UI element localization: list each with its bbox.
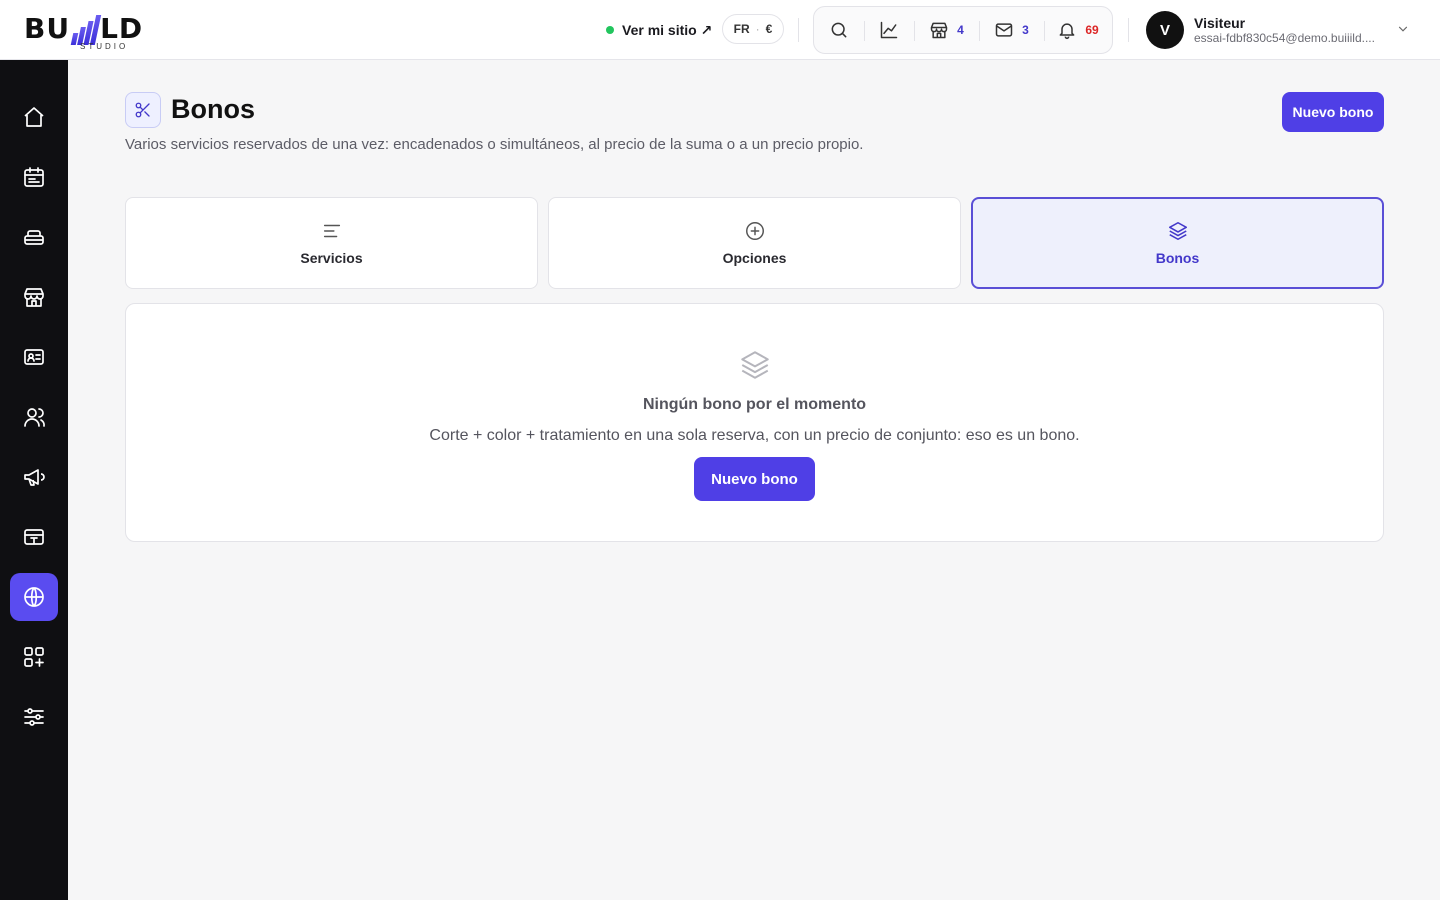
spa-bed-icon (24, 230, 44, 245)
logo-bars-icon (70, 15, 102, 45)
shop-button[interactable]: 4 (914, 7, 979, 53)
sidebar-item-shop[interactable] (10, 273, 58, 321)
new-bundle-empty-button[interactable]: Nuevo bono (694, 457, 815, 501)
stats-button[interactable] (864, 7, 914, 53)
view-site-link[interactable]: Ver mi sitio ↗ (606, 19, 712, 41)
calendar-icon (24, 167, 44, 187)
sidebar-item-calendar[interactable] (10, 153, 58, 201)
avatar: V (1146, 11, 1184, 49)
search-button[interactable] (814, 7, 864, 53)
home-icon (24, 107, 44, 127)
messages-button[interactable]: 3 (979, 7, 1044, 53)
sidebar-item-settings[interactable] (10, 693, 58, 741)
globe-icon (24, 587, 44, 607)
sidebar (0, 60, 68, 900)
page-title: Bonos (171, 94, 255, 124)
tab-label: Servicios (300, 250, 363, 266)
card-icon (24, 529, 44, 545)
bell-icon (1059, 23, 1075, 40)
tab-options[interactable]: Opciones (548, 197, 961, 289)
user-email: essai-fdbf830c54@demo.buiiild.... (1194, 31, 1375, 45)
layers-icon (741, 351, 769, 379)
page-icon (125, 92, 161, 128)
page-description: Varios servicios reservados de una vez: … (125, 136, 864, 153)
toolbar: 4 3 69 (813, 6, 1113, 54)
logo-subtitle: STUDIO (80, 42, 129, 51)
logo[interactable]: BU LD STUDIO (24, 8, 184, 52)
scissors-icon (135, 102, 150, 118)
sidebar-item-marketing[interactable] (10, 453, 58, 501)
view-site-label: Ver mi sitio ↗ (622, 21, 713, 38)
logo-text-left: BU (24, 12, 71, 45)
search-icon (831, 22, 847, 38)
divider (798, 18, 799, 42)
separator-dot: · (755, 22, 760, 36)
tab-bundles[interactable]: Bonos (971, 197, 1384, 289)
sidebar-item-apps[interactable] (10, 633, 58, 681)
new-bundle-button[interactable]: Nuevo bono (1282, 92, 1384, 132)
sidebar-item-contacts[interactable] (10, 333, 58, 381)
layers-icon (1168, 221, 1187, 241)
apps-add-icon (24, 647, 44, 667)
top-bar: BU LD STUDIO Ver mi sitio ↗ FR · € 4 3 6… (0, 0, 1440, 60)
mail-count-badge: 3 (1022, 23, 1029, 37)
empty-state: Ningún bono por el momento Corte + color… (125, 303, 1384, 542)
id-card-icon (24, 349, 44, 365)
tab-services[interactable]: Servicios (125, 197, 538, 289)
plus-circle-icon (745, 222, 764, 240)
chart-icon (880, 21, 898, 39)
store-icon (930, 22, 948, 39)
sidebar-item-team[interactable] (10, 393, 58, 441)
site-status-dot (606, 26, 614, 34)
divider (1128, 18, 1129, 42)
logo-text-right: LD (100, 12, 144, 45)
megaphone-icon (24, 469, 45, 486)
tab-label: Opciones (722, 250, 787, 266)
sidebar-item-payments[interactable] (10, 513, 58, 561)
users-icon (24, 408, 45, 427)
empty-state-title: Ningún bono por el momento (642, 396, 867, 413)
shop-count-badge: 4 (957, 23, 964, 37)
store-icon (24, 288, 44, 307)
sidebar-item-services[interactable] (10, 213, 58, 261)
notifications-button[interactable]: 69 (1044, 7, 1112, 53)
language-currency-selector[interactable]: FR · € (722, 14, 784, 44)
sliders-icon (24, 708, 44, 726)
notifications-count-badge: 69 (1085, 23, 1099, 37)
chevron-down-icon (1398, 26, 1408, 32)
user-menu[interactable]: V Visiteur essai-fdbf830c54@demo.buiiild… (1146, 10, 1416, 50)
currency-symbol: € (765, 22, 773, 36)
sidebar-item-website[interactable] (10, 573, 58, 621)
mail-icon (995, 23, 1013, 37)
sidebar-item-home[interactable] (10, 93, 58, 141)
language-code: FR (733, 22, 750, 36)
empty-state-description: Corte + color + tratamiento en una sola … (429, 427, 1080, 444)
lines-icon (323, 224, 340, 238)
user-name: Visiteur (1194, 15, 1246, 31)
tab-label: Bonos (1155, 250, 1200, 266)
